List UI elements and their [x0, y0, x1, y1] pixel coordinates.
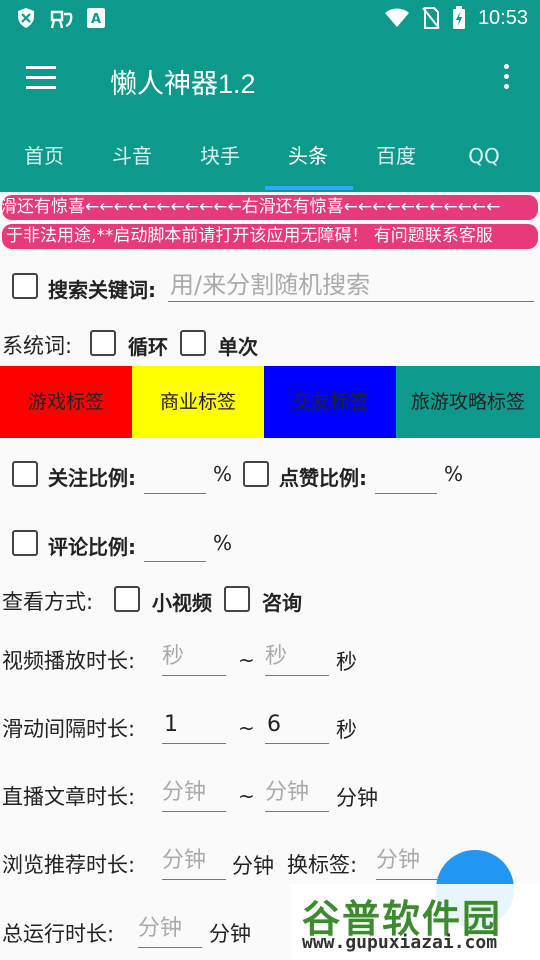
menu-icon[interactable] — [26, 66, 56, 90]
tab-qq[interactable]: QQ — [444, 120, 524, 192]
system-words-label: 系统词: — [2, 334, 73, 358]
consult-checkbox[interactable] — [224, 586, 250, 612]
tab-baidu[interactable]: 百度 — [356, 120, 436, 192]
like-ratio-input[interactable] — [375, 460, 437, 494]
wifi-icon — [384, 8, 409, 27]
video-play-min-input[interactable]: 秒 — [162, 642, 226, 676]
tilde: ~ — [238, 648, 255, 672]
clock: 10:53 — [477, 6, 528, 29]
comment-ratio-input[interactable] — [144, 528, 206, 562]
short-video-label: 小视频 — [152, 591, 212, 615]
browse-recommend-input[interactable]: 分钟 — [162, 846, 226, 880]
percent-sign: % — [444, 462, 464, 486]
view-mode-label: 查看方式: — [2, 590, 94, 614]
tab-bar: 首页 斗音 块手 头条 百度 QQ — [0, 120, 540, 192]
switch-tag-input[interactable]: 分钟 — [376, 846, 440, 880]
comment-ratio-label: 评论比例: — [48, 535, 136, 559]
app-bar: 懒人神器1.2 — [0, 38, 540, 120]
tab-home[interactable]: 首页 — [4, 120, 84, 192]
marquee-text: 于非法用途,**启动脚本前请打开该应用无障碍！ 有问题联系客服 — [6, 226, 493, 246]
follow-ratio-label: 关注比例: — [48, 466, 136, 490]
bug-icon — [50, 10, 73, 29]
tab-douyin[interactable]: 斗音 — [92, 120, 172, 192]
live-article-duration-label: 直播文章时长: — [2, 785, 136, 809]
shield-icon — [18, 8, 34, 28]
svg-text:A: A — [91, 12, 101, 27]
video-play-duration-label: 视频播放时长: — [2, 649, 136, 673]
status-bar: A 10:53 — [0, 0, 540, 38]
browse-recommend-duration-label: 浏览推荐时长: — [2, 853, 136, 877]
search-keyword-input[interactable]: 用/来分割随机搜索 — [168, 268, 534, 302]
seconds-unit: 秒 — [336, 650, 357, 674]
once-checkbox[interactable] — [180, 330, 206, 356]
swipe-interval-min-input[interactable]: 1 — [162, 710, 226, 744]
live-article-min-input[interactable]: 分钟 — [162, 778, 226, 812]
tilde: ~ — [238, 716, 255, 740]
live-article-max-input[interactable]: 分钟 — [265, 778, 329, 812]
minutes-unit: 分钟 — [336, 786, 378, 810]
no-sim-icon — [422, 7, 440, 29]
follow-ratio-checkbox[interactable] — [12, 461, 38, 487]
short-video-checkbox[interactable] — [114, 586, 140, 612]
loop-label: 循环 — [128, 335, 168, 359]
seconds-unit: 秒 — [336, 718, 357, 742]
video-play-max-input[interactable]: 秒 — [265, 642, 329, 676]
percent-sign: % — [213, 462, 233, 486]
total-run-duration-label: 总运行时长: — [2, 922, 115, 946]
dating-tag-button[interactable]: 交友标签 — [264, 366, 396, 438]
tab-kuaishou[interactable]: 块手 — [180, 120, 260, 192]
business-tag-button[interactable]: 商业标签 — [132, 366, 264, 438]
marquee-notice: 于非法用途,**启动脚本前请打开该应用无障碍！ 有问题联系客服 — [2, 224, 538, 249]
switch-tag-label: 换标签: — [287, 853, 358, 877]
swipe-interval-max-input[interactable]: 6 — [265, 710, 329, 744]
marquee-swipe-hint: 滑还有惊喜←←←←←←←←←←←右滑还有惊喜←←←←←←←←←←← — [2, 195, 538, 220]
search-keyword-checkbox[interactable] — [12, 273, 38, 299]
game-tag-button[interactable]: 游戏标签 — [0, 366, 132, 438]
once-label: 单次 — [218, 335, 258, 359]
app-title: 懒人神器1.2 — [110, 69, 256, 99]
battery-charging-icon — [452, 6, 465, 29]
like-ratio-checkbox[interactable] — [243, 461, 269, 487]
loop-checkbox[interactable] — [90, 330, 116, 356]
search-keyword-label: 搜索关键词: — [48, 278, 156, 302]
minutes-unit: 分钟 — [209, 922, 251, 946]
percent-sign: % — [213, 531, 233, 555]
travel-tag-button[interactable]: 旅游攻略标签 — [396, 366, 540, 438]
watermark-url: www.gupuxiazai.com — [302, 932, 498, 953]
tilde: ~ — [238, 784, 255, 808]
total-run-input[interactable]: 分钟 — [138, 914, 202, 948]
comment-ratio-checkbox[interactable] — [12, 530, 38, 556]
consult-label: 咨询 — [262, 591, 302, 615]
tab-indicator — [265, 186, 353, 190]
like-ratio-label: 点赞比例: — [279, 466, 367, 490]
site-watermark: 谷普软件园 www.gupuxiazai.com — [290, 884, 540, 960]
more-vert-icon[interactable] — [504, 64, 512, 94]
tab-toutiao[interactable]: 头条 — [268, 120, 348, 192]
follow-ratio-input[interactable] — [144, 460, 206, 494]
swipe-interval-label: 滑动间隔时长: — [2, 717, 136, 741]
marquee-text: 滑还有惊喜←←←←←←←←←←←右滑还有惊喜←←←←←←←←←←← — [2, 197, 501, 217]
minutes-unit: 分钟 — [232, 854, 274, 878]
font-icon: A — [87, 8, 105, 28]
